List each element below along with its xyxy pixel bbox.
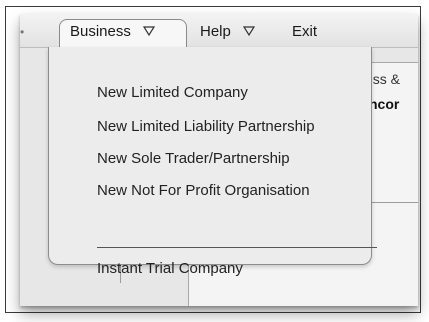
menu-exit[interactable]: Exit <box>292 23 317 41</box>
background-text-partial-2: ncor <box>369 96 400 112</box>
menu-separator <box>97 247 377 248</box>
menu-item-instant-trial-company[interactable]: Instant Trial Company <box>97 259 243 279</box>
menu-help[interactable]: Help <box>200 23 256 41</box>
menu-item-new-not-for-profit[interactable]: New Not For Profit Organisation <box>97 181 310 201</box>
menu-help-label: Help <box>200 23 231 40</box>
menu-item-new-limited-company[interactable]: New Limited Company <box>97 83 248 103</box>
menu-business-label: Business <box>70 23 131 40</box>
menu-bar: • Business Help Exit <box>20 14 418 48</box>
triangle-down-icon <box>142 24 156 37</box>
menu-exit-label: Exit <box>292 23 318 40</box>
application-window: • Business Help Exit ess & ncor New Limi… <box>20 14 418 306</box>
triangle-down-icon <box>242 24 256 37</box>
menu-separator-glyph: • <box>20 25 25 39</box>
menu-item-new-llp[interactable]: New Limited Liability Partnership <box>97 117 315 137</box>
menu-business[interactable]: Business <box>70 23 156 41</box>
menu-item-new-sole-trader[interactable]: New Sole Trader/Partnership <box>97 149 290 169</box>
business-dropdown-menu: New Limited Company New Limited Liabilit… <box>48 47 377 277</box>
